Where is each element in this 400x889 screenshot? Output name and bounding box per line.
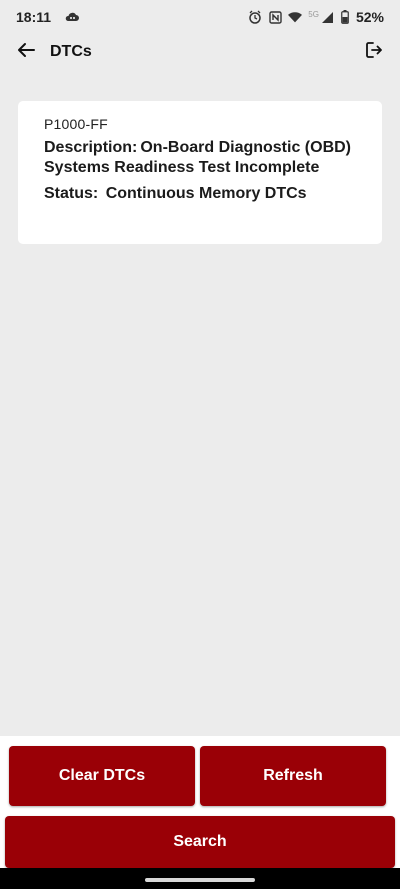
signal-icon <box>321 10 335 24</box>
dtc-status: Status: Continuous Memory DTCs <box>44 184 362 204</box>
battery-icon <box>341 10 350 24</box>
search-button[interactable]: Search <box>5 816 395 868</box>
refresh-button[interactable]: Refresh <box>200 746 386 806</box>
clear-dtcs-button[interactable]: Clear DTCs <box>9 746 195 806</box>
status-bar: 18:11 5G 52% <box>0 0 400 34</box>
network-label: 5G <box>308 9 319 19</box>
status-label: Status: <box>44 185 99 202</box>
back-button[interactable] <box>14 40 38 64</box>
status-value: Continuous Memory DTCs <box>105 185 307 202</box>
app-bar: DTCs <box>0 34 400 70</box>
action-panel: Clear DTCs Refresh Search <box>0 736 400 889</box>
dtc-card[interactable]: P1000-FF Description: On-Board Diagnostic… <box>18 101 382 244</box>
status-right: 5G 52% <box>248 9 384 25</box>
nfc-icon <box>268 10 282 24</box>
dtc-description: Description: On-Board Diagnostic (OBD) Sy… <box>44 138 362 178</box>
status-left: 18:11 <box>16 9 80 25</box>
dtc-code: P1000-FF <box>44 116 108 132</box>
logout-icon <box>364 40 384 65</box>
arrow-left-icon <box>16 40 36 65</box>
alarm-icon <box>248 10 262 24</box>
wifi-icon <box>288 10 303 24</box>
logout-button[interactable] <box>362 40 386 64</box>
description-label: Description: <box>44 139 138 156</box>
home-handle[interactable] <box>145 878 255 882</box>
status-time: 18:11 <box>16 9 52 25</box>
cloud-icon <box>65 10 80 24</box>
screen: 18:11 5G 52% DTCs P1000-FF Description: … <box>0 0 400 889</box>
system-nav-bar <box>0 868 400 889</box>
page-title: DTCs <box>50 43 92 60</box>
battery-percent: 52% <box>355 9 384 25</box>
